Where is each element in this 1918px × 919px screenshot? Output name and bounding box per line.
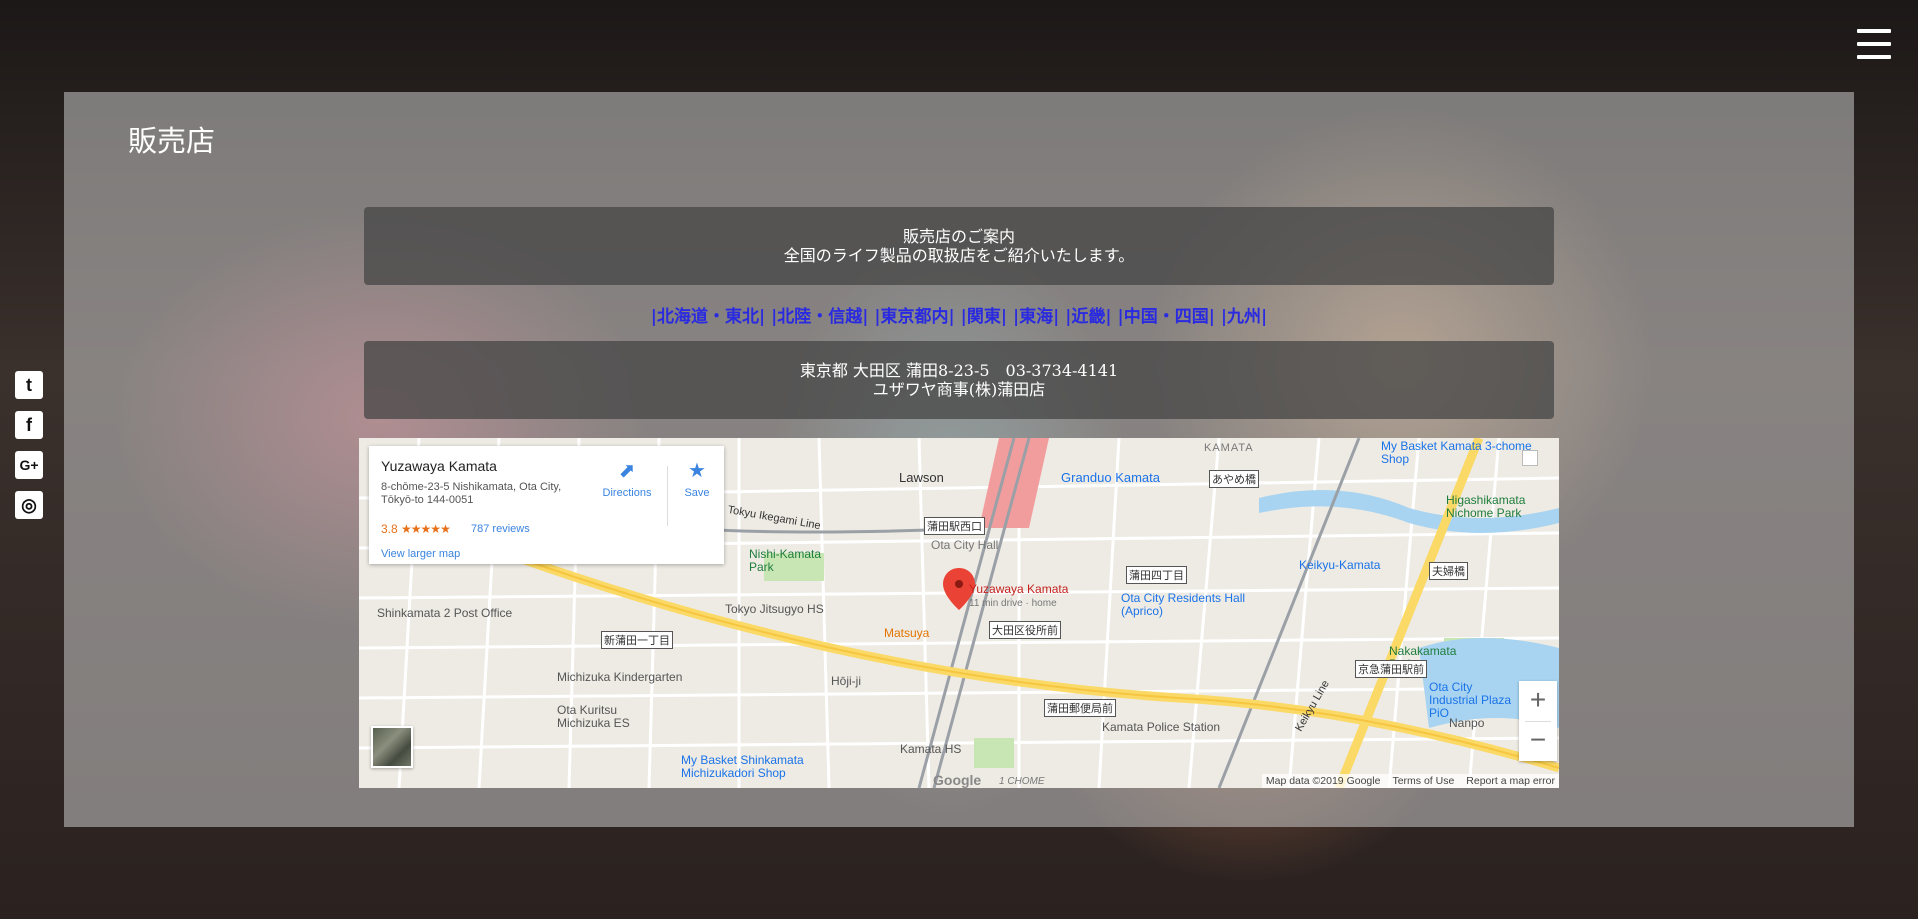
map-footer: Map data ©2019 Google Terms of Use Repor… bbox=[1261, 774, 1559, 788]
directions-label: Directions bbox=[602, 487, 652, 499]
terms-link[interactable]: Terms of Use bbox=[1392, 774, 1454, 788]
satellite-toggle[interactable] bbox=[371, 726, 413, 768]
fullscreen-toggle[interactable] bbox=[1522, 450, 1538, 466]
map-label-tokyo-jitsugyo: Tokyo Jitsugyo HS bbox=[725, 602, 824, 616]
google-plus-icon[interactable]: G+ bbox=[15, 451, 43, 479]
map-label-ota-residents-hall: Ota City Residents Hall (Aprico) bbox=[1121, 591, 1246, 618]
rating-value: 3.8 bbox=[381, 522, 398, 536]
map-label-shinkamata-po: Shinkamata 2 Post Office bbox=[377, 606, 513, 620]
map-label-1chome: 1 CHOME bbox=[999, 776, 1045, 787]
map-label-matsuya: Matsuya bbox=[884, 626, 930, 640]
region-nav: |北海道・東北| |北陸・信越| |東京都内| |関東| |東海| |近畿| |… bbox=[364, 302, 1554, 327]
store-info-box: 東京都 大田区 蒲田8-23-5 03-3734-4141 ユザワヤ商事(株)蒲… bbox=[364, 341, 1554, 419]
store-address: 東京都 大田区 蒲田8-23-5 03-3734-4141 bbox=[799, 361, 1119, 380]
instagram-icon[interactable]: ◎ bbox=[15, 491, 43, 519]
save-label: Save bbox=[684, 487, 710, 499]
map-label-kamata-area: KAMATA bbox=[1204, 442, 1254, 454]
map-label-kamata-yubinkyoku: 蒲田郵便局前 bbox=[1044, 699, 1116, 717]
map-label-granduo: Granduo Kamata bbox=[1061, 470, 1161, 485]
place-info-card: Yuzawaya Kamata 8-chōme-23-5 Nishikamata… bbox=[369, 446, 724, 564]
google-logo: Google bbox=[933, 772, 982, 788]
map-label-ayamebashi: あやめ橋 bbox=[1209, 470, 1259, 488]
region-link-tokai[interactable]: |東海| bbox=[1013, 307, 1059, 327]
facebook-icon[interactable]: f bbox=[15, 411, 43, 439]
card-divider bbox=[667, 466, 668, 526]
save-button[interactable]: ★ Save bbox=[677, 458, 717, 499]
zoom-out-button[interactable]: − bbox=[1519, 721, 1557, 761]
region-link-kyushu[interactable]: |九州| bbox=[1221, 307, 1267, 327]
marker-place-name: Yuzawaya Kamata bbox=[969, 582, 1069, 596]
zoom-divider bbox=[1525, 721, 1551, 722]
menu-icon[interactable] bbox=[1857, 29, 1891, 59]
place-name: Yuzawaya Kamata bbox=[381, 458, 497, 474]
map-label-higashikamata-park: Higashikamata Nichome Park bbox=[1446, 493, 1526, 520]
report-map-error-link[interactable]: Report a map error bbox=[1466, 774, 1555, 788]
view-larger-map-link[interactable]: View larger map bbox=[381, 548, 460, 560]
map-copyright: Map data ©2019 Google bbox=[1265, 775, 1381, 787]
google-map[interactable]: Lawson Granduo Kamata My Basket Kamata 3… bbox=[359, 438, 1559, 788]
map-label-nishi-kamata-park: Nishi-Kamata Park bbox=[749, 547, 822, 574]
region-link-chugoku-shikoku[interactable]: |中国・四国| bbox=[1118, 307, 1215, 327]
region-link-kinki[interactable]: |近畿| bbox=[1065, 307, 1111, 327]
map-label-hoji: Hōji-ji bbox=[831, 674, 861, 688]
map-label-ota-kuyakusho-mae: 大田区役所前 bbox=[989, 621, 1061, 639]
reviews-link[interactable]: 787 reviews bbox=[471, 523, 530, 535]
map-label-shinkamata-1chome: 新蒲田一丁目 bbox=[601, 631, 673, 649]
map-label-keikyu-kamata-eki: 京急蒲田駅前 bbox=[1355, 660, 1427, 678]
map-label-ota-city-hall: Ota City Hall bbox=[931, 538, 999, 552]
social-links: t f G+ ◎ bbox=[15, 371, 45, 531]
map-label-keikyu-kamata: Keikyu-Kamata bbox=[1299, 558, 1381, 572]
twitter-icon[interactable]: t bbox=[15, 371, 43, 399]
map-label-kamata-police: Kamata Police Station bbox=[1102, 720, 1221, 734]
region-link-hokuriku-shinetsu[interactable]: |北陸・信越| bbox=[771, 307, 868, 327]
intro-line-1: 販売店のご案内 bbox=[902, 227, 1015, 246]
region-link-hokkaido-tohoku[interactable]: |北海道・東北| bbox=[651, 307, 765, 327]
directions-button[interactable]: ⬈ Directions bbox=[597, 458, 657, 499]
map-label-kamata-hs: Kamata HS bbox=[900, 742, 962, 756]
marker-drive-time: 11 min drive · home bbox=[969, 598, 1057, 609]
map-label-michizuka-kg: Michizuka Kindergarten bbox=[557, 670, 683, 684]
map-label-my-basket-shinkamata: My Basket Shinkamata Michizukadori Shop bbox=[681, 753, 804, 780]
place-rating: 3.8 ★★★★★ bbox=[381, 522, 451, 536]
map-label-lawson: Lawson bbox=[899, 470, 944, 485]
region-link-tokyo[interactable]: |東京都内| bbox=[874, 307, 954, 327]
rating-stars-icon: ★★★★★ bbox=[401, 522, 451, 536]
map-label-nanpo: Nanpo bbox=[1449, 716, 1485, 730]
region-link-kanto[interactable]: |関東| bbox=[961, 307, 1007, 327]
page-title: 販売店 bbox=[128, 124, 216, 158]
map-marker-label: Yuzawaya Kamata 11 min drive · home bbox=[969, 583, 1089, 610]
kamata-station bbox=[979, 438, 1049, 528]
park-area bbox=[974, 738, 1014, 768]
map-label-kamata-4chome: 蒲田四丁目 bbox=[1126, 566, 1187, 584]
zoom-in-button[interactable]: + bbox=[1519, 681, 1557, 721]
map-label-ota-kuritsu: Ota Kuritsu Michizuka ES bbox=[557, 703, 630, 730]
place-address: 8-chōme-23-5 Nishikamata, Ota City, Tōky… bbox=[381, 481, 562, 506]
intro-box: 販売店のご案内 全国のライフ製品の取扱店をご紹介いたします。 bbox=[364, 207, 1554, 285]
map-label-fuufubashi: 夫婦橋 bbox=[1429, 562, 1468, 580]
intro-line-2: 全国のライフ製品の取扱店をご紹介いたします。 bbox=[783, 246, 1135, 265]
map-label-kamata-station-west: 蒲田駅西口 bbox=[924, 517, 985, 535]
star-icon: ★ bbox=[688, 460, 706, 482]
map-label-ota-industry: Ota City Industrial Plaza PiO bbox=[1429, 680, 1512, 720]
store-name: ユザワヤ商事(株)蒲田店 bbox=[872, 380, 1046, 399]
zoom-control: + − bbox=[1519, 681, 1557, 761]
directions-icon: ⬈ bbox=[618, 460, 636, 482]
